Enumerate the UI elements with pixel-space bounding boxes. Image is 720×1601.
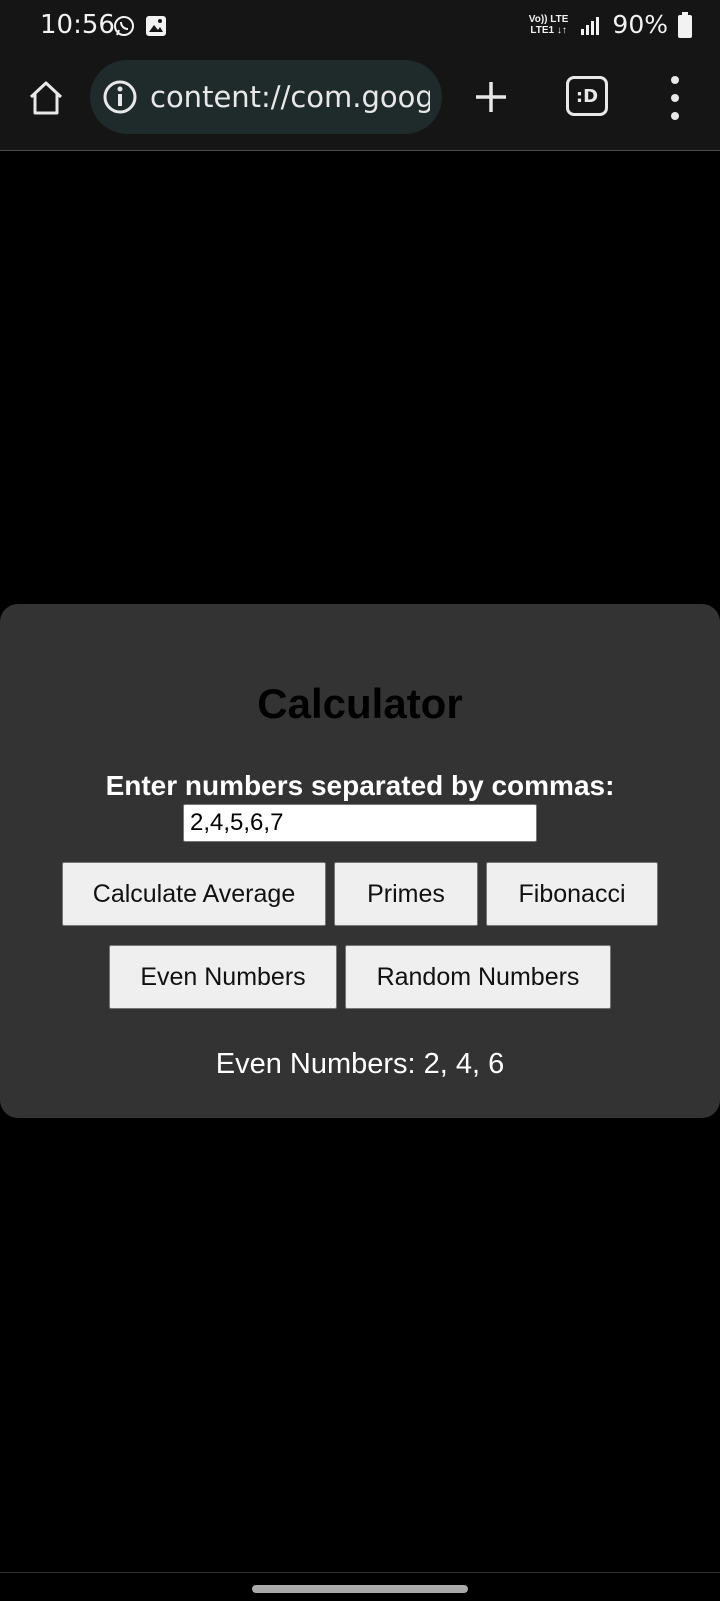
gallery-icon xyxy=(146,16,166,36)
address-bar[interactable]: content://com.google xyxy=(90,60,442,134)
url-text[interactable]: content://com.google xyxy=(150,80,430,114)
battery-percentage: 90% xyxy=(612,10,668,39)
home-button[interactable] xyxy=(22,74,70,122)
more-vert-dot xyxy=(671,94,679,102)
navigation-bar xyxy=(0,1572,720,1601)
whatsapp-icon xyxy=(114,16,134,36)
network-bottom-label: LTE1 ↓↑ xyxy=(530,24,567,36)
more-vert-dot xyxy=(671,76,679,84)
plus-icon xyxy=(476,82,506,112)
notification-icons xyxy=(112,14,168,38)
random-numbers-button[interactable]: Random Numbers xyxy=(345,945,611,1009)
info-icon[interactable] xyxy=(102,79,138,115)
result-text: Even Numbers: 2, 4, 6 xyxy=(215,1048,505,1080)
network-top-label: Vo)) LTE xyxy=(528,13,569,25)
more-vert-dot xyxy=(671,112,679,120)
home-icon xyxy=(29,81,63,115)
status-bar: 10:56 Vo)) LTE LTE1 ↓↑ 90% xyxy=(0,0,720,52)
signal-icon xyxy=(581,16,600,35)
even-numbers-button[interactable]: Even Numbers xyxy=(109,945,337,1009)
new-tab-button[interactable] xyxy=(470,76,512,118)
battery-icon xyxy=(678,11,692,38)
status-time: 10:56 xyxy=(40,10,115,40)
network-indicator: Vo)) LTE LTE1 ↓↑ xyxy=(529,14,569,36)
calculator-title: Calculator xyxy=(257,680,463,727)
tab-switcher-button[interactable]: :D xyxy=(566,76,608,116)
more-menu-button[interactable] xyxy=(660,76,690,120)
gesture-handle[interactable] xyxy=(252,1585,468,1593)
calculator-card: Calculator Enter numbers separated by co… xyxy=(0,604,720,1118)
numbers-input[interactable] xyxy=(183,804,537,842)
numbers-prompt-label: Enter numbers separated by commas: xyxy=(105,770,615,801)
browser-toolbar: content://com.google :D xyxy=(0,52,720,151)
status-right-group: Vo)) LTE LTE1 ↓↑ 90% xyxy=(529,10,692,39)
primes-button[interactable]: Primes xyxy=(334,862,478,926)
fibonacci-button[interactable]: Fibonacci xyxy=(486,862,658,926)
calculate-average-button[interactable]: Calculate Average xyxy=(62,862,326,926)
